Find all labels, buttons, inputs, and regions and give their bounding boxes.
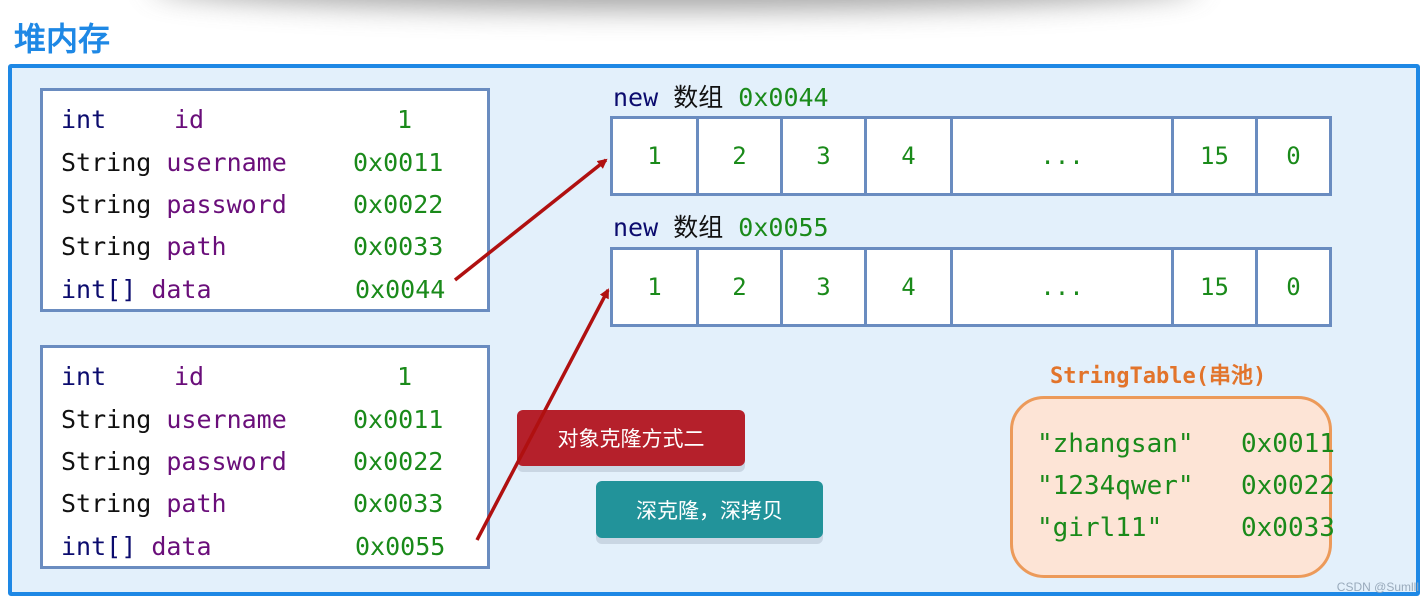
- string-table-title: StringTable(串池): [1050, 364, 1267, 389]
- string-pool-entry: "girl11" 0x0033: [1037, 513, 1335, 543]
- string-pool: "zhangsan" 0x0011 "1234qwer" 0x0022 "girl1…: [1010, 396, 1335, 578]
- string-pool-entry: "1234qwer" 0x0022: [1037, 471, 1335, 501]
- arrow-object1-to-array1: [453, 158, 608, 282]
- string-pool-entry: "zhangsan" 0x0011: [1037, 429, 1335, 459]
- arrow-object2-to-array2: [475, 288, 610, 541]
- watermark: CSDN @Sumlll: [1336, 580, 1419, 594]
